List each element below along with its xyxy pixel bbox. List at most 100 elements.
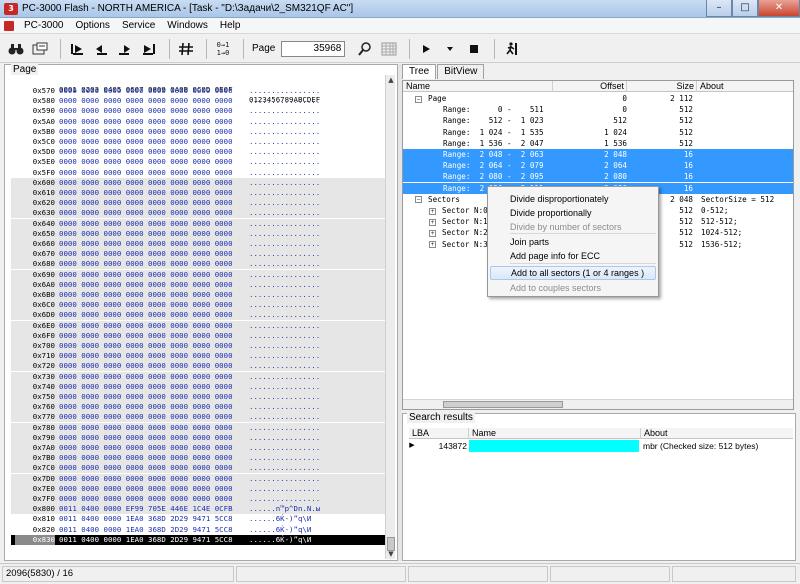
hex-row[interactable]: 0x5A0 0000 0000 0000 0000 0000 0000 0000 … [11,117,387,127]
menu-windows[interactable]: Windows [161,20,214,31]
scroll-up-icon[interactable]: ▲ [386,75,396,85]
search-result-row[interactable]: ▶ 143872 mbr (Checked size: 512 bytes) [409,440,793,452]
hex-row[interactable]: 0x6E0 0000 0000 0000 0000 0000 0000 0000 … [11,320,387,331]
play-icon[interactable] [416,38,436,60]
tree-row[interactable]: Range: 2 080 - 2 095 2 080 16 [403,171,793,183]
hex-row[interactable]: 0x800 0011 0400 0000 EF99 705E 446E 1C4E … [11,504,387,515]
context-menu-item[interactable]: Divide disproportionately [490,192,656,206]
hex-row[interactable]: 0x640 0000 0000 0000 0000 0000 0000 0000 … [11,218,387,229]
context-menu-item[interactable]: Join parts [490,235,656,249]
hex-row[interactable]: 0x5C0 0000 0000 0000 0000 0000 0000 0000 … [11,137,387,147]
tab-tree[interactable]: Tree [402,64,437,79]
maximize-button[interactable]: □ [732,0,758,17]
menu-help[interactable]: Help [214,20,247,31]
stop-icon[interactable] [464,38,484,60]
run-icon[interactable] [501,38,521,60]
hex-row[interactable]: 0x730 0000 0000 0000 0000 0000 0000 0000 … [11,371,387,382]
tab-bitview[interactable]: BitView [437,64,485,79]
hex-row[interactable]: 0x700 0000 0000 0000 0000 0000 0000 0000 … [11,341,387,351]
hex-row[interactable]: 0x5F0 0000 0000 0000 0000 0000 0000 0000 … [11,168,387,178]
context-menu-item[interactable]: Add to all sectors (1 or 4 ranges ) [490,266,656,280]
context-menu-item[interactable]: Divide proportionally [490,206,656,220]
grid-icon[interactable] [379,38,399,60]
collapse-icon[interactable]: − [415,95,422,103]
menu-logo-icon[interactable] [4,20,14,31]
next-icon[interactable] [115,38,135,60]
tree-row[interactable]: Range: 2 048 - 2 063 2 048 16 [403,149,793,160]
hex-row[interactable]: 0x7C0 0000 0000 0000 0000 0000 0000 0000 … [11,463,387,474]
tree-row[interactable]: Range: 2 064 - 2 079 2 064 16 [403,160,793,172]
tree-row[interactable]: Range: 1 024 - 1 535 1 024 512 [403,127,793,138]
hex-row[interactable]: 0x590 0000 0000 0000 0000 0000 0000 0000 … [11,106,387,116]
minimize-button[interactable]: – [706,0,732,17]
tree-row[interactable]: Range: 512 - 1 023 512 512 [403,115,793,126]
hex-row[interactable]: 0x5E0 0000 0000 0000 0000 0000 0000 0000 … [11,157,387,167]
hex-row[interactable]: 0x670 0000 0000 0000 0000 0000 0000 0000 … [11,249,387,260]
column-about[interactable]: About [697,81,793,92]
hex-row[interactable]: 0x7F0 0000 0000 0000 0000 0000 0000 0000 … [11,494,387,504]
prev-icon[interactable] [91,38,111,60]
hex-row[interactable]: 0x790 0000 0000 0000 0000 0000 0000 0000 … [11,432,387,443]
column-size[interactable]: Size [627,81,697,92]
hex-scrollbar[interactable]: ▲ ▼ [385,75,395,559]
hex-view[interactable]: 0001 0203 0405 0607 0809 0A0B 0C0D 0E0F … [11,75,387,559]
collapse-icon[interactable]: − [415,196,422,204]
first-icon[interactable] [67,38,87,60]
open-icon[interactable] [30,38,50,60]
scroll-down-icon[interactable]: ▼ [386,549,396,559]
tree-hscroll-thumb[interactable] [443,401,563,408]
column-search-name[interactable]: Name [469,428,641,439]
hex-row[interactable]: 0x6F0 0000 0000 0000 0000 0000 0000 0000 … [11,330,387,341]
hex-row[interactable]: 0x7B0 0000 0000 0000 0000 0000 0000 0000 … [11,453,387,464]
tree-row[interactable]: Range: 0 - 511 0 512 [403,104,793,115]
tree-row[interactable]: Range: 1 536 - 2 047 1 536 512 [403,138,793,149]
hex-row[interactable]: 0x5B0 0000 0000 0000 0000 0000 0000 0000 … [11,127,387,137]
hex-row[interactable]: 0x6D0 0000 0000 0000 0000 0000 0000 0000 … [11,310,387,321]
hash-icon[interactable] [176,38,196,60]
context-menu-item[interactable]: Divide by number of sectors [490,220,656,234]
column-lba[interactable]: LBA [409,428,469,439]
column-offset[interactable]: Offset [553,81,627,92]
hex-row[interactable]: 0x770 0000 0000 0000 0000 0000 0000 0000 … [11,412,387,423]
close-button[interactable]: ✕ [758,0,800,17]
expand-icon[interactable]: + [429,229,436,237]
hex-row[interactable]: 0x6B0 0000 0000 0000 0000 0000 0000 0000 … [11,290,387,300]
hex-row[interactable]: 0x710 0000 0000 0000 0000 0000 0000 0000 … [11,351,387,362]
hex-row[interactable]: 0x820 0011 0400 0000 1EA0 368D 2D29 9471 … [11,525,387,535]
column-name[interactable]: Name [403,81,553,92]
tree-hscrollbar[interactable] [403,399,793,409]
last-icon[interactable] [139,38,159,60]
hex-row[interactable]: 0x760 0000 0000 0000 0000 0000 0000 0000 … [11,402,387,413]
hex-row[interactable]: 0x7E0 0000 0000 0000 0000 0000 0000 0000 … [11,483,387,494]
hex-row[interactable]: 0x6A0 0000 0000 0000 0000 0000 0000 0000 … [11,279,387,290]
hex-row[interactable]: 0x750 0000 0000 0000 0000 0000 0000 0000 … [11,392,387,402]
hex-row[interactable]: 0x5D0 0000 0000 0000 0000 0000 0000 0000 … [11,147,387,157]
menu-pc3000[interactable]: PC-3000 [18,20,69,31]
expand-icon[interactable]: + [429,218,436,226]
hex-row[interactable]: 0x7A0 0000 0000 0000 0000 0000 0000 0000 … [11,443,387,453]
expand-icon[interactable]: + [429,207,436,215]
menu-options[interactable]: Options [69,20,115,31]
column-search-about[interactable]: About [641,428,793,439]
hex-row[interactable]: 0x600 0000 0000 0000 0000 0000 0000 0000 … [11,177,387,188]
hex-row[interactable]: 0x630 0000 0000 0000 0000 0000 0000 0000 … [11,208,387,219]
context-menu-item[interactable]: Add page info for ECC [490,249,656,263]
hex-row[interactable]: 0x620 0000 0000 0000 0000 0000 0000 0000 … [11,198,387,209]
hex-row[interactable]: 0x740 0000 0000 0000 0000 0000 0000 0000 … [11,381,387,392]
page-input[interactable]: 35968 [281,40,346,57]
expand-icon[interactable]: + [429,241,436,249]
tree-row[interactable]: − Page 0 2 112 [403,93,793,104]
hex-row[interactable]: 0x680 0000 0000 0000 0000 0000 0000 0000 … [11,259,387,270]
hex-row[interactable]: 0x6C0 0000 0000 0000 0000 0000 0000 0000 … [11,300,387,311]
menu-service[interactable]: Service [116,20,161,31]
hex-row[interactable]: 0x580 0000 0000 0000 0000 0000 0000 0000 … [11,96,387,106]
app-icon[interactable]: 3 [4,2,18,15]
hex-row[interactable]: 0x610 0000 0000 0000 0000 0000 0000 0000 … [11,188,387,198]
context-menu-item[interactable]: Add to couples sectors [490,281,656,295]
hex-row[interactable]: 0x7D0 0000 0000 0000 0000 0000 0000 0000 … [11,473,387,484]
hex-row[interactable]: 0x570 0000 0000 0000 0000 0000 0000 0000 … [11,86,387,96]
zoom-icon[interactable] [355,38,375,60]
hex-row[interactable]: 0x780 0000 0000 0000 0000 0000 0000 0000 … [11,422,387,433]
hex-row[interactable]: 0x690 0000 0000 0000 0000 0000 0000 0000 … [11,269,387,280]
hex-row[interactable]: 0x720 0000 0000 0000 0000 0000 0000 0000 … [11,361,387,372]
